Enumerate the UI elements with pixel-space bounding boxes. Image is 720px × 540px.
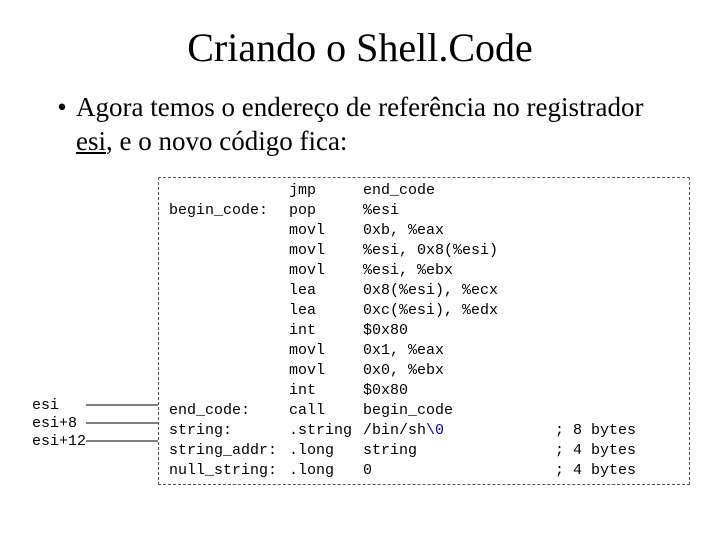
code-label bbox=[169, 342, 287, 360]
offset-esi-8: esi+8 bbox=[32, 415, 77, 432]
code-comment bbox=[555, 402, 636, 420]
slide: Criando o Shell.Code • Agora temos o end… bbox=[0, 0, 720, 540]
code-label: end_code: bbox=[169, 402, 287, 420]
code-row: int$0x80 bbox=[169, 322, 636, 340]
code-comment bbox=[555, 302, 636, 320]
code-label: string_addr: bbox=[169, 442, 287, 460]
code-label: string: bbox=[169, 422, 287, 440]
code-comment bbox=[555, 262, 636, 280]
code-row: lea0x8(%esi), %ecx bbox=[169, 282, 636, 300]
code-operands: string bbox=[363, 442, 553, 460]
code-mnemonic: movl bbox=[289, 342, 361, 360]
bullet-reg: esi bbox=[76, 126, 106, 156]
code-label bbox=[169, 242, 287, 260]
bullet-text-part1: Agora temos o endereço de referência no … bbox=[76, 92, 643, 122]
code-row: movl0x0, %ebx bbox=[169, 362, 636, 380]
code-operands: /bin/sh\0 bbox=[363, 422, 553, 440]
code-mnemonic: movl bbox=[289, 362, 361, 380]
code-label bbox=[169, 322, 287, 340]
code-comment bbox=[555, 202, 636, 220]
offset-esi-12: esi+12 bbox=[32, 433, 86, 450]
code-mnemonic: movl bbox=[289, 262, 361, 280]
code-mnemonic: pop bbox=[289, 202, 361, 220]
code-row: movl%esi, 0x8(%esi) bbox=[169, 242, 636, 260]
code-label bbox=[169, 302, 287, 320]
code-operands: 0x0, %ebx bbox=[363, 362, 553, 380]
code-comment: ; 4 bytes bbox=[555, 442, 636, 460]
code-mnemonic: movl bbox=[289, 242, 361, 260]
code-row: string_addr:.longstring; 4 bytes bbox=[169, 442, 636, 460]
code-comment bbox=[555, 222, 636, 240]
code-mnemonic: movl bbox=[289, 222, 361, 240]
code-mnemonic: .string bbox=[289, 422, 361, 440]
code-row: string:.string/bin/sh\0; 8 bytes bbox=[169, 422, 636, 440]
code-mnemonic: int bbox=[289, 382, 361, 400]
code-operands: %esi bbox=[363, 202, 553, 220]
code-comment bbox=[555, 362, 636, 380]
bullet-text: Agora temos o endereço de referência no … bbox=[76, 91, 682, 159]
code-row: movl0xb, %eax bbox=[169, 222, 636, 240]
bullet-list: • Agora temos o endereço de referência n… bbox=[48, 91, 682, 159]
offset-esi: esi bbox=[32, 397, 59, 414]
code-area: esi esi+8 esi+12 jmpend_code begin_code:p… bbox=[30, 177, 690, 485]
code-mnemonic: .long bbox=[289, 442, 361, 460]
bullet-text-part2: , e o novo código fica: bbox=[106, 126, 347, 156]
code-operands: $0x80 bbox=[363, 382, 553, 400]
code-operands: 0xb, %eax bbox=[363, 222, 553, 240]
code-row: null_string:.long0; 4 bytes bbox=[169, 462, 636, 480]
code-comment bbox=[555, 382, 636, 400]
code-mnemonic: call bbox=[289, 402, 361, 420]
code-row: lea0xc(%esi), %edx bbox=[169, 302, 636, 320]
code-row: movl%esi, %ebx bbox=[169, 262, 636, 280]
code-box: jmpend_codebegin_code:pop%esimovl0xb, %e… bbox=[158, 177, 690, 485]
code-comment: ; 4 bytes bbox=[555, 462, 636, 480]
code-mnemonic: int bbox=[289, 322, 361, 340]
bullet-item: • Agora temos o endereço de referência n… bbox=[48, 91, 682, 159]
offset-column: esi esi+8 esi+12 bbox=[30, 177, 158, 485]
code-row: begin_code:pop%esi bbox=[169, 202, 636, 220]
code-label bbox=[169, 222, 287, 240]
code-label bbox=[169, 382, 287, 400]
code-table: jmpend_codebegin_code:pop%esimovl0xb, %e… bbox=[167, 180, 638, 482]
code-operands: 0x1, %eax bbox=[363, 342, 553, 360]
code-comment: ; 8 bytes bbox=[555, 422, 636, 440]
code-label: begin_code: bbox=[169, 202, 287, 220]
code-comment bbox=[555, 242, 636, 260]
code-mnemonic: .long bbox=[289, 462, 361, 480]
code-label bbox=[169, 262, 287, 280]
code-operands: $0x80 bbox=[363, 322, 553, 340]
code-comment bbox=[555, 282, 636, 300]
code-row: int$0x80 bbox=[169, 382, 636, 400]
code-comment bbox=[555, 182, 636, 200]
code-operands: 0 bbox=[363, 462, 553, 480]
code-row: movl0x1, %eax bbox=[169, 342, 636, 360]
code-operands: end_code bbox=[363, 182, 553, 200]
code-row: end_code:callbegin_code bbox=[169, 402, 636, 420]
code-label bbox=[169, 282, 287, 300]
code-comment bbox=[555, 342, 636, 360]
code-mnemonic: lea bbox=[289, 282, 361, 300]
code-comment bbox=[555, 322, 636, 340]
code-label bbox=[169, 182, 287, 200]
code-operands: %esi, %ebx bbox=[363, 262, 553, 280]
code-mnemonic: jmp bbox=[289, 182, 361, 200]
slide-title: Criando o Shell.Code bbox=[30, 24, 690, 71]
code-mnemonic: lea bbox=[289, 302, 361, 320]
code-operands: %esi, 0x8(%esi) bbox=[363, 242, 553, 260]
bullet-dot: • bbox=[48, 91, 76, 159]
code-operands: begin_code bbox=[363, 402, 553, 420]
code-operands: 0xc(%esi), %edx bbox=[363, 302, 553, 320]
code-label: null_string: bbox=[169, 462, 287, 480]
code-row: jmpend_code bbox=[169, 182, 636, 200]
code-label bbox=[169, 362, 287, 380]
code-operands: 0x8(%esi), %ecx bbox=[363, 282, 553, 300]
